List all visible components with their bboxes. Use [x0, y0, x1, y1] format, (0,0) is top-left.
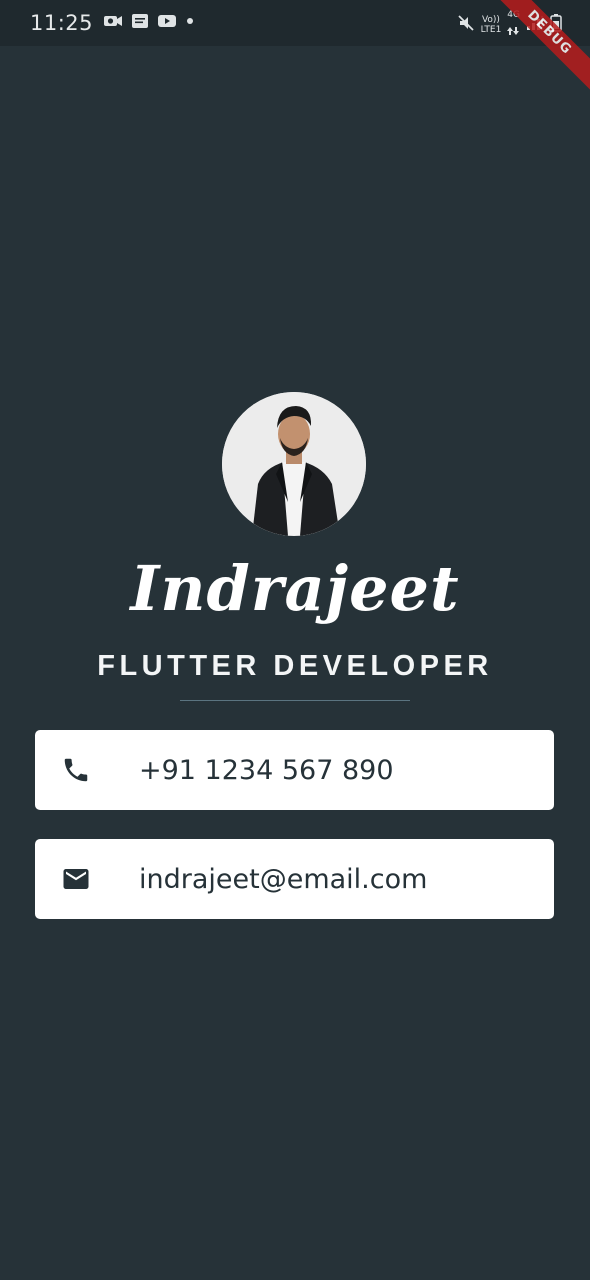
network-volte-bottom: LTE1 — [480, 24, 502, 35]
email-address: indrajeet@email.com — [139, 863, 428, 895]
status-system-icons: Vo)) LTE1 4G — [457, 10, 562, 39]
camera-icon — [103, 13, 123, 33]
phone-card[interactable]: +91 1234 567 890 — [35, 730, 554, 810]
mail-icon — [61, 864, 91, 894]
status-time: 11:25 — [30, 11, 94, 35]
status-bar: 11:25 Vo)) LTE1 4G — [0, 0, 590, 46]
profile-name: Indrajeet — [130, 552, 460, 625]
youtube-icon — [157, 13, 177, 33]
battery-icon — [550, 13, 562, 36]
network-volte: Vo)) LTE1 — [481, 15, 502, 35]
message-icon — [131, 13, 149, 33]
network-type: 4G — [507, 10, 520, 39]
mute-icon — [457, 14, 475, 36]
avatar — [222, 392, 366, 536]
profile-role: FLUTTER DEVELOPER — [97, 650, 493, 682]
avatar-photo — [222, 392, 366, 536]
status-notification-icons — [103, 13, 195, 33]
network-volte-top: Vo)) — [481, 14, 500, 25]
phone-icon — [61, 755, 91, 785]
phone-number: +91 1234 567 890 — [139, 754, 394, 786]
network-type-label: 4G — [507, 10, 520, 20]
divider — [180, 700, 410, 701]
signal-icon — [526, 15, 544, 35]
dot-icon — [185, 13, 195, 33]
data-arrows-icon — [507, 27, 520, 35]
email-card[interactable]: indrajeet@email.com — [35, 839, 554, 919]
